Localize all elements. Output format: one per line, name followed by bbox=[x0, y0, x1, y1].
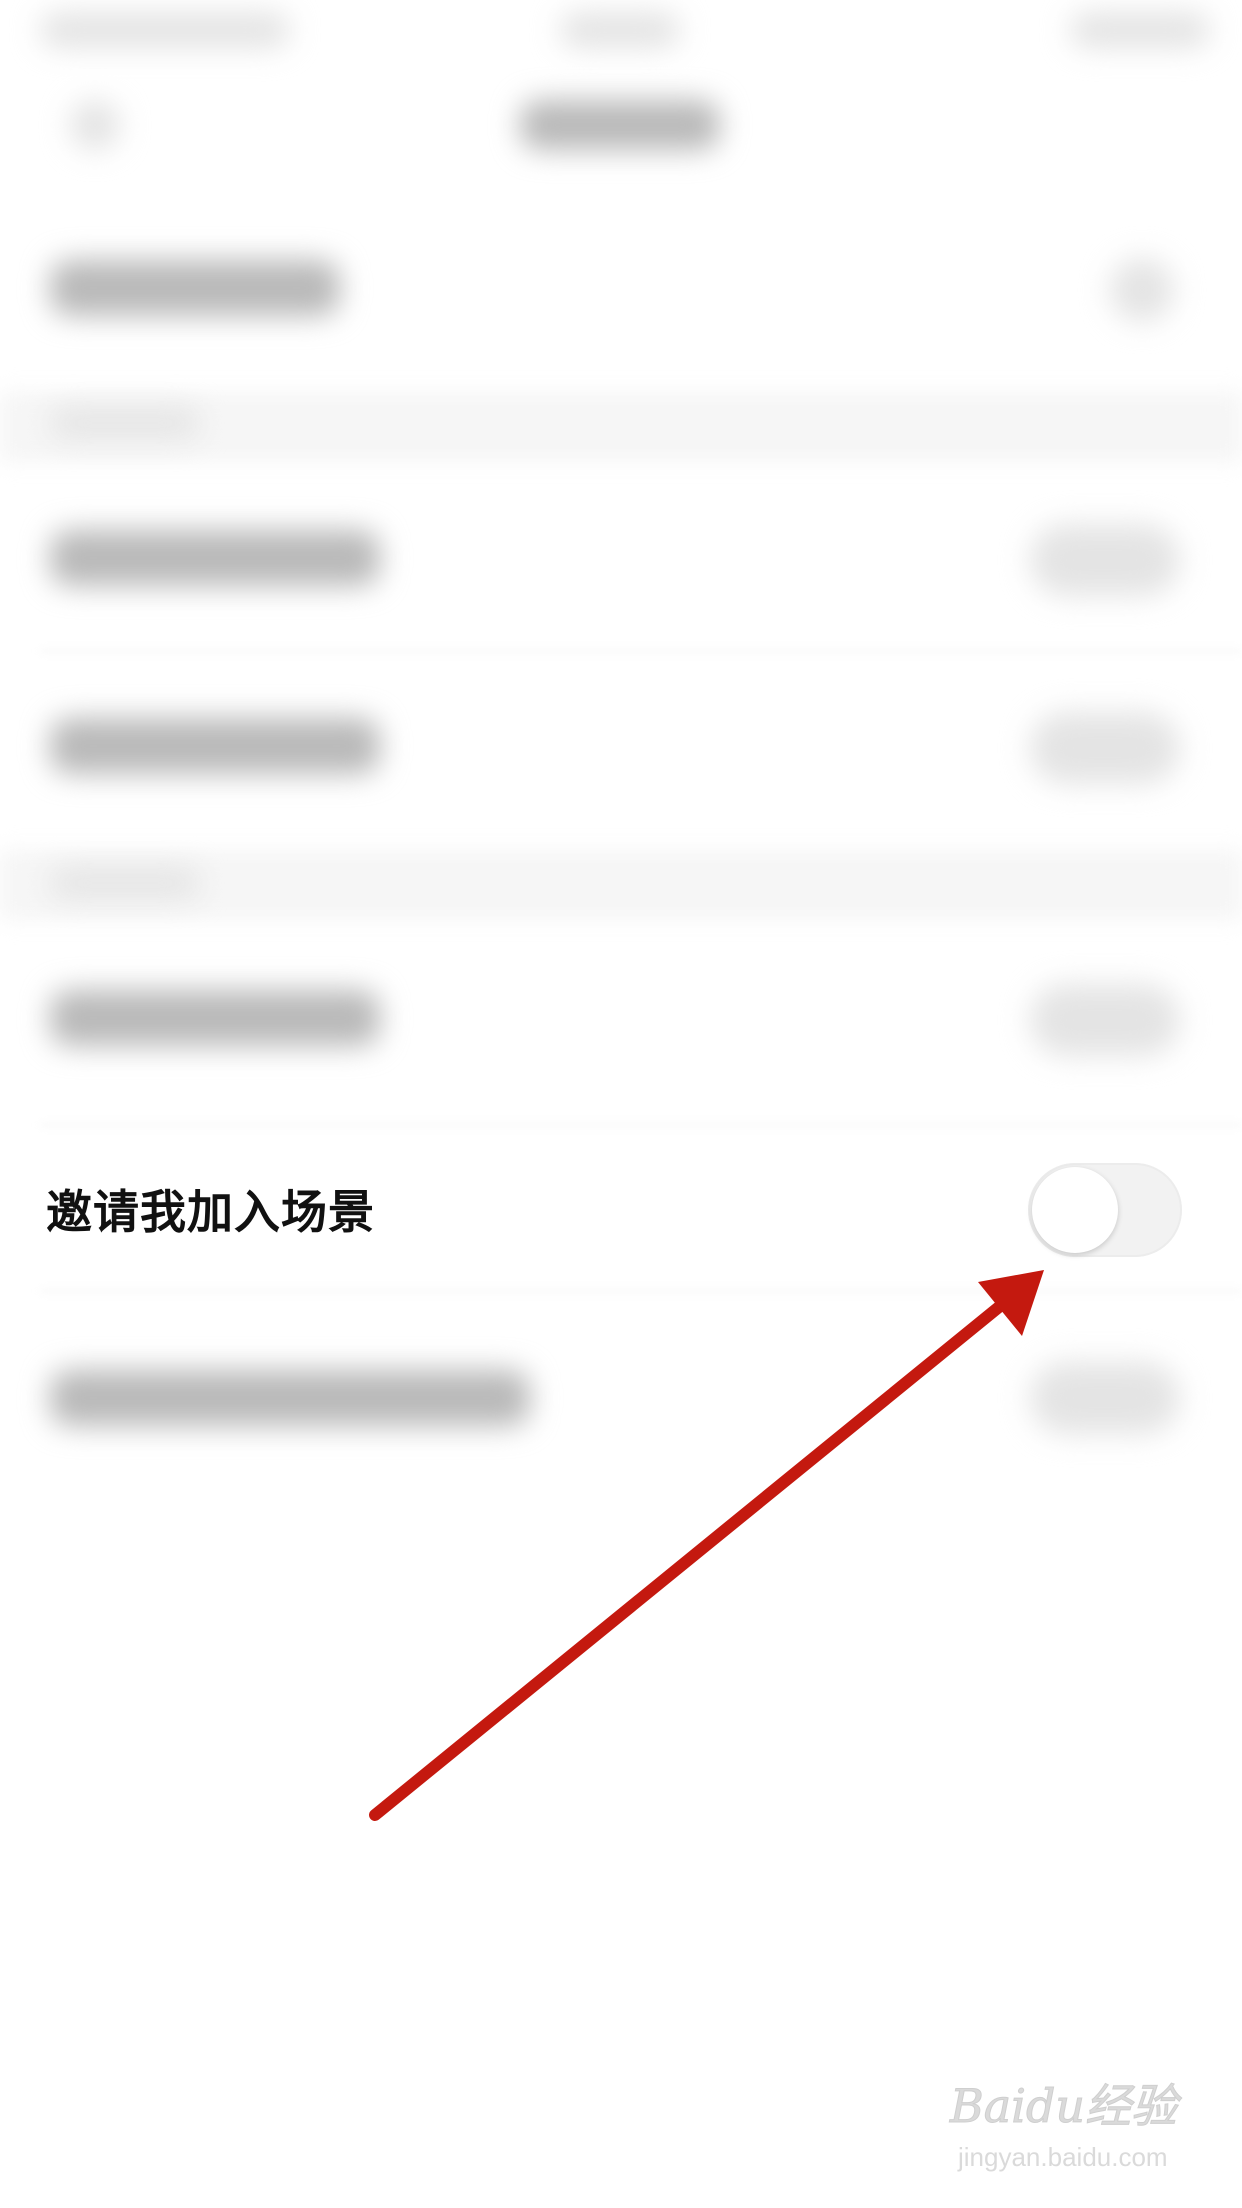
settings-row-invite-to-scene[interactable]: 邀请我加入场景 bbox=[0, 1140, 1242, 1284]
status-bar-left-blur bbox=[40, 12, 290, 48]
watermark-site: jingyan.baidu.com bbox=[958, 2142, 1168, 2172]
row-divider-2 bbox=[40, 1124, 1242, 1126]
toggle-2-blur[interactable] bbox=[1030, 524, 1180, 596]
toggle-knob bbox=[1032, 1167, 1118, 1253]
section-header-2-blur bbox=[50, 868, 200, 898]
watermark-logo: Baidu经验 bbox=[950, 2079, 1178, 2134]
toggle-6-blur[interactable] bbox=[1030, 1362, 1180, 1434]
settings-screen: 邀请我加入场景 Baidu经验 jingyan.baidu.com bbox=[0, 0, 1242, 2208]
status-bar-right-blur bbox=[1070, 12, 1210, 48]
page-title-blur bbox=[520, 100, 720, 150]
chevron-right-icon bbox=[1110, 258, 1174, 322]
status-bar-center-blur bbox=[560, 12, 680, 48]
section-header-1-blur bbox=[50, 408, 200, 438]
settings-item-1-blur[interactable] bbox=[50, 260, 340, 316]
baidu-jingyan-watermark: Baidu经验 jingyan.baidu.com bbox=[950, 2070, 1220, 2180]
annotation-arrow-icon bbox=[369, 1270, 1044, 1821]
invite-to-scene-toggle[interactable] bbox=[1028, 1163, 1182, 1257]
settings-item-3-blur[interactable] bbox=[50, 718, 380, 774]
invite-to-scene-label: 邀请我加入场景 bbox=[46, 1185, 375, 1239]
settings-item-6-blur[interactable] bbox=[50, 1370, 530, 1426]
settings-item-4-blur[interactable] bbox=[50, 990, 380, 1046]
back-icon[interactable] bbox=[70, 100, 120, 150]
settings-item-2-blur[interactable] bbox=[50, 530, 380, 586]
row-divider-3 bbox=[40, 1290, 1242, 1292]
row-divider-1 bbox=[40, 650, 1242, 652]
toggle-3-blur[interactable] bbox=[1030, 712, 1180, 784]
toggle-4-blur[interactable] bbox=[1030, 984, 1180, 1056]
